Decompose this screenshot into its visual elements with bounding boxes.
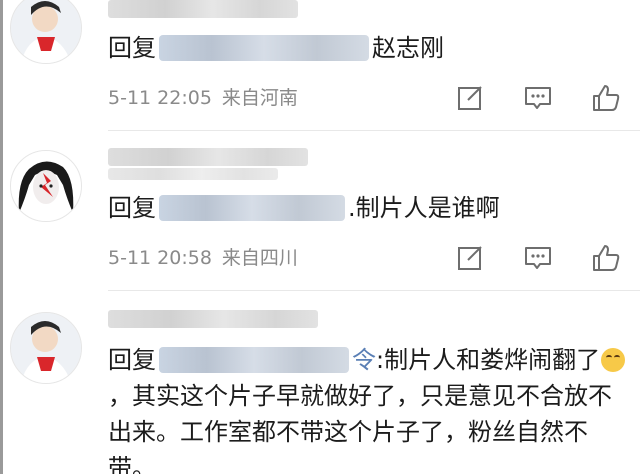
avatar[interactable] (10, 0, 82, 64)
comment-button[interactable] (522, 82, 554, 114)
username-obscured[interactable] (108, 0, 298, 18)
reply-prefix: 回复 (108, 194, 156, 222)
comment-meta: 5-11 22:05 来自河南 (108, 86, 308, 110)
reply-text: 回复 赵志刚 (108, 30, 632, 66)
comment-actions (450, 242, 630, 274)
reply-body-continued: ，其实这个片子早就做好了，只是意见不合放不出来。工作室都不带这个片子了，粉丝自然… (108, 382, 612, 474)
reply-body: :制片人和娄烨闹翻了 (376, 346, 601, 374)
share-edit-icon (458, 246, 482, 270)
reply-prefix: 回复 (108, 346, 156, 374)
username-obscured[interactable] (108, 310, 318, 328)
avatar[interactable] (10, 150, 82, 222)
comment-date: 5-11 20:58 (108, 247, 212, 269)
comment-bubble-icon (525, 247, 551, 269)
avatar-figure-icon (11, 313, 81, 383)
reply-text: 回复 令:制片人和娄烨闹翻了 ，其实这个片子早就做好了，只是意见不合放不出来。工作室… (108, 342, 628, 474)
laugh-emoji-icon (601, 348, 626, 372)
comment-meta: 5-11 20:58 来自四川 (108, 246, 308, 270)
comment-thread: 回复 赵志刚 5-11 22:05 来自河南 回复 .制片人是谁啊 5-11 2… (0, 0, 640, 474)
comment-actions (450, 82, 630, 114)
obscured-mention (159, 195, 345, 221)
avatar-portrait-icon (11, 151, 81, 221)
like-button[interactable] (590, 82, 622, 114)
reply-prefix: 回复 (108, 34, 156, 62)
comment-divider (108, 130, 640, 131)
like-button[interactable] (590, 242, 622, 274)
share-button[interactable] (454, 242, 486, 274)
reply-text: 回复 .制片人是谁啊 (108, 190, 632, 226)
thumbs-up-icon (593, 245, 620, 271)
comment-date: 5-11 22:05 (108, 87, 212, 109)
username-obscured-line2 (108, 168, 278, 180)
share-edit-icon (458, 86, 482, 110)
comment-location: 来自河南 (221, 87, 298, 109)
comment-divider (108, 290, 640, 291)
reply-mid: 令 (352, 346, 376, 374)
left-edge-divider (0, 0, 3, 474)
comment-location: 来自四川 (221, 247, 298, 269)
reply-body: .制片人是谁啊 (348, 194, 500, 222)
username-obscured[interactable] (108, 148, 308, 166)
share-button[interactable] (454, 82, 486, 114)
obscured-mention (159, 347, 349, 373)
avatar-figure-icon (11, 0, 81, 63)
avatar[interactable] (10, 312, 82, 384)
obscured-mention (159, 35, 369, 61)
reply-body: 赵志刚 (372, 34, 444, 62)
comment-bubble-icon (525, 87, 551, 109)
comment-button[interactable] (522, 242, 554, 274)
thumbs-up-icon (593, 85, 620, 111)
